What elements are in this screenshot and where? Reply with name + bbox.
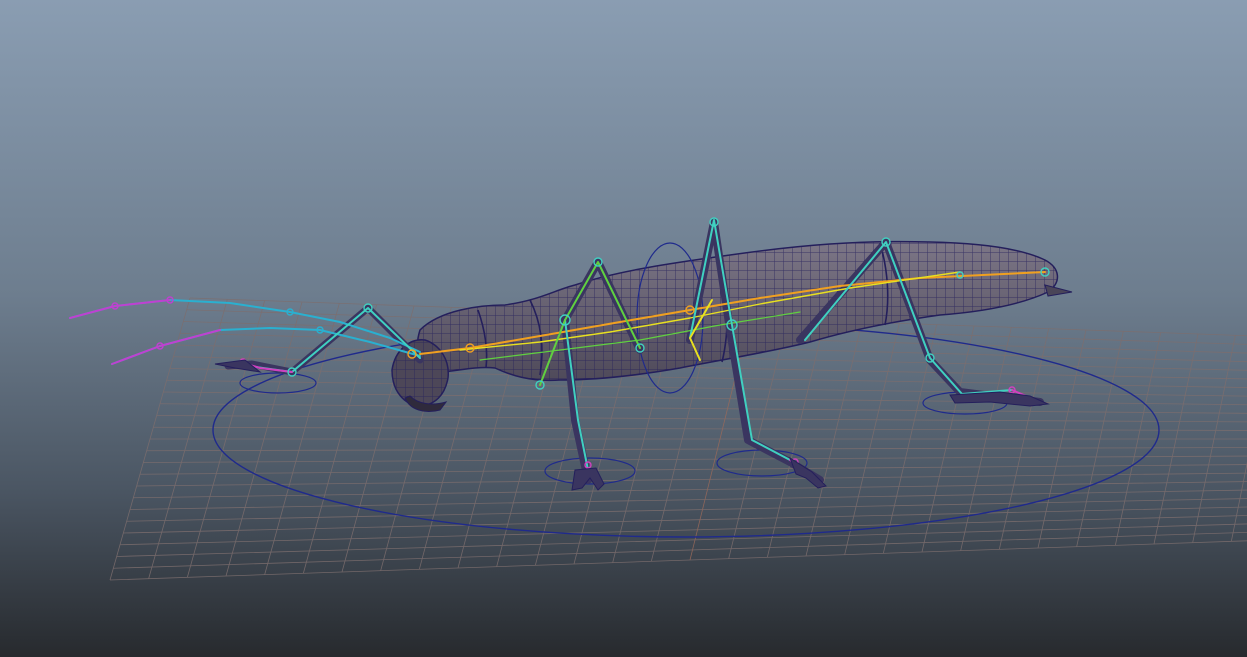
viewport-scene[interactable] xyxy=(0,0,1247,657)
maya-3d-viewport[interactable] xyxy=(0,0,1247,657)
